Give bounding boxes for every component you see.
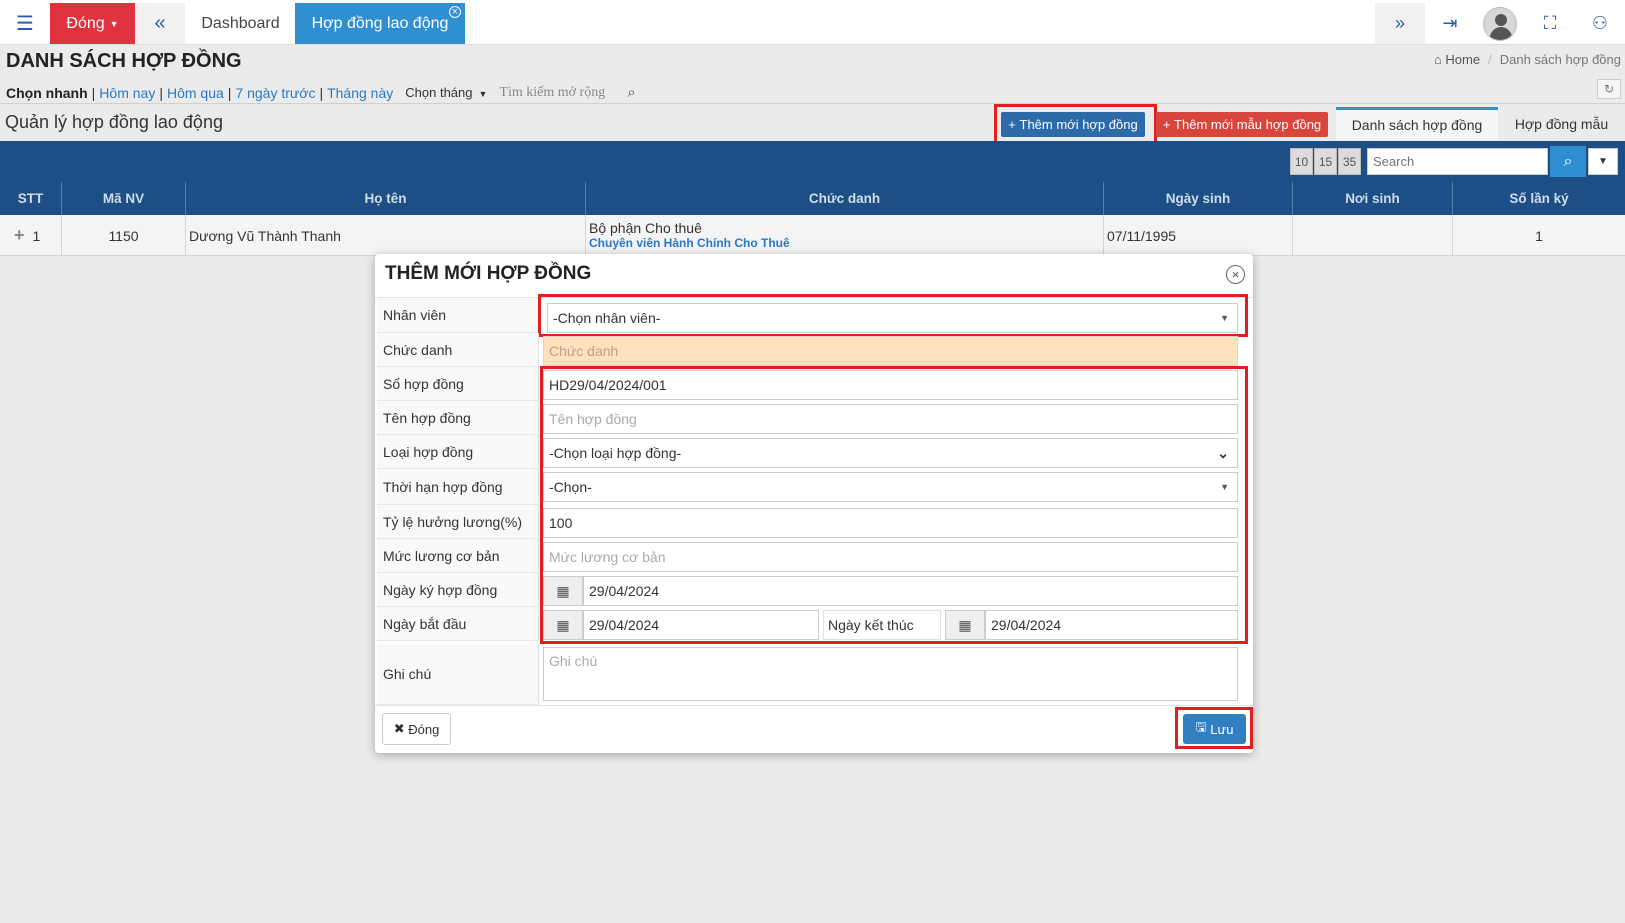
cancel-label: Đóng xyxy=(408,721,440,737)
section-subtitle: Quản lý hợp đồng lao động xyxy=(5,112,223,132)
month-select-label: Chọn tháng xyxy=(405,85,473,100)
row-noi-sinh xyxy=(1293,215,1453,256)
column-header[interactable]: STT xyxy=(0,182,62,215)
label-ty-le-luong: Tỷ lệ hưởng lương(%) xyxy=(377,505,539,539)
label-so-hop-dong: Số hợp đồng xyxy=(377,367,539,401)
job-title: Chuyên viên Hành Chính Cho Thuê xyxy=(589,235,790,250)
breadcrumb-home[interactable]: Home xyxy=(1445,52,1480,67)
column-header[interactable]: Ngày sinh xyxy=(1104,182,1293,215)
table-row[interactable]: +1 1150 Dương Vũ Thành Thanh Bộ phận Cho… xyxy=(0,215,1625,256)
quick-filter-this-month[interactable]: Tháng này xyxy=(327,85,393,101)
org-chart-icon[interactable]: ⚇ xyxy=(1575,3,1625,44)
row-stt: +1 xyxy=(0,215,62,256)
add-template-button[interactable]: + Thêm mới mẫu hợp đồng xyxy=(1156,112,1328,137)
caret-down-icon: ▼ xyxy=(109,18,119,29)
tab-label: Hợp đồng lao động xyxy=(311,14,449,32)
label-muc-luong: Mức lương cơ bản xyxy=(377,539,539,573)
close-dropdown-label: Đóng xyxy=(66,14,105,32)
stt-value: 1 xyxy=(32,227,41,244)
tab-hop-dong-lao-dong[interactable]: Hợp đồng lao động × xyxy=(295,3,465,44)
quick-filter-today[interactable]: Hôm nay xyxy=(99,85,155,101)
row-ngay-sinh: 07/11/1995 xyxy=(1104,215,1293,256)
page-size-35[interactable]: 35 xyxy=(1338,148,1361,175)
tab-dashboard[interactable]: Dashboard xyxy=(188,3,293,44)
home-icon: ⌂ xyxy=(1433,52,1446,67)
column-header[interactable]: Số lần ký xyxy=(1453,182,1625,215)
add-contract-modal: THÊM MỚI HỢP ĐỒNG × Nhân viên -Chọn nhân… xyxy=(375,254,1253,753)
separator: | xyxy=(91,84,96,101)
expand-plus-icon[interactable]: + xyxy=(14,225,25,246)
table-search-input[interactable] xyxy=(1367,148,1548,175)
separator: | xyxy=(159,84,163,101)
add-template-label: Thêm mới mẫu hợp đồng xyxy=(1174,117,1322,132)
note-textarea[interactable]: Ghi chú xyxy=(543,647,1238,701)
column-header[interactable]: Nơi sinh xyxy=(1293,182,1453,215)
row-ho-ten: Dương Vũ Thành Thanh xyxy=(186,215,586,256)
avatar xyxy=(1483,6,1517,41)
row-so-lan-ky: 1 xyxy=(1535,227,1543,244)
column-header[interactable]: Chức danh xyxy=(586,182,1104,215)
breadcrumb-separator: / xyxy=(1488,52,1492,67)
label-ngay-ky: Ngày ký hợp đồng xyxy=(377,573,539,607)
table-header: STT Mã NV Họ tên Chức danh Ngày sinh Nơi… xyxy=(0,182,1625,215)
x-icon: ✖ xyxy=(393,721,409,736)
double-chevron-right-icon[interactable]: » xyxy=(1375,3,1425,44)
row-ma-nv: 1150 xyxy=(62,215,186,256)
separator: | xyxy=(319,84,324,101)
tab-contract-templates[interactable]: Hợp đồng mẫu xyxy=(1498,107,1625,140)
position-field: Chức danh xyxy=(543,336,1238,366)
extended-search-input[interactable]: Tìm kiếm mở rộng xyxy=(499,85,605,101)
search-icon[interactable]: ⌕ xyxy=(1550,146,1586,177)
close-dropdown-button[interactable]: Đóng ▼ xyxy=(50,3,135,44)
column-header[interactable]: Họ tên xyxy=(186,182,586,215)
caret-down-icon: ▼ xyxy=(478,89,488,99)
double-chevron-left-icon[interactable]: « xyxy=(135,3,185,44)
cancel-button[interactable]: ✖ Đóng xyxy=(382,713,451,745)
highlight-box xyxy=(994,104,1157,145)
hamburger-menu-icon[interactable]: ☰ xyxy=(0,3,50,44)
position-info: Bộ phận Cho thuê Chuyên viên Hành Chính … xyxy=(586,219,790,251)
caret-down-icon[interactable]: ▼ xyxy=(1588,148,1618,175)
topbar-right-tools: » ⇥ ⛶ ⚇ xyxy=(1375,3,1625,44)
quick-filter-bar: Chọn nhanh | Hôm nay | Hôm qua | 7 ngày … xyxy=(6,84,636,101)
label-chuc-danh: Chức danh xyxy=(377,333,539,367)
label-ngay-bat-dau: Ngày bắt đầu xyxy=(377,607,539,641)
tab-contract-list[interactable]: Danh sách hợp đồng xyxy=(1336,107,1498,140)
divider xyxy=(375,705,1253,706)
label-nhan-vien: Nhân viên xyxy=(377,298,539,333)
plus-icon: + xyxy=(1162,117,1175,132)
close-icon[interactable]: × xyxy=(1226,265,1245,284)
highlight-box xyxy=(538,294,1248,337)
page-size-10[interactable]: 10 xyxy=(1290,148,1313,175)
refresh-icon[interactable]: ↻ xyxy=(1597,79,1621,99)
label-thoi-han: Thời hạn hợp đồng xyxy=(377,469,539,505)
search-icon[interactable]: ⌕ xyxy=(627,84,635,101)
row-chuc-danh: Bộ phận Cho thuê Chuyên viên Hành Chính … xyxy=(586,215,1104,256)
breadcrumb: ⌂ Home / Danh sách hợp đồng xyxy=(1434,52,1621,67)
quick-filter-7-days[interactable]: 7 ngày trước xyxy=(235,85,315,101)
column-header[interactable]: Mã NV xyxy=(62,182,186,215)
breadcrumb-current: Danh sách hợp đồng xyxy=(1499,52,1621,67)
label-ten-hop-dong: Tên hợp đồng xyxy=(377,401,539,435)
label-loai-hop-dong: Loại hợp đồng xyxy=(377,435,539,469)
label-ghi-chu: Ghi chú xyxy=(377,644,539,705)
quick-filter-label: Chọn nhanh xyxy=(6,84,88,101)
user-avatar[interactable] xyxy=(1475,3,1525,44)
highlight-box xyxy=(1175,707,1253,749)
highlight-box xyxy=(540,366,1248,644)
quick-filter-yesterday[interactable]: Hôm qua xyxy=(167,85,224,101)
month-select[interactable]: Chọn tháng ▼ xyxy=(405,85,487,100)
top-bar: ☰ Đóng ▼ « Dashboard Hợp đồng lao động × … xyxy=(0,0,1625,45)
separator: | xyxy=(227,84,232,101)
page-size-15[interactable]: 15 xyxy=(1314,148,1337,175)
page-title: DANH SÁCH HỢP ĐỒNG xyxy=(6,50,242,72)
logout-icon[interactable]: ⇥ xyxy=(1425,3,1475,44)
divider xyxy=(0,103,1625,104)
department: Bộ phận Cho thuê xyxy=(589,219,702,236)
modal-title: THÊM MỚI HỢP ĐỒNG xyxy=(385,263,592,284)
tab-close-icon[interactable]: × xyxy=(449,6,461,18)
fullscreen-icon[interactable]: ⛶ xyxy=(1525,3,1575,44)
